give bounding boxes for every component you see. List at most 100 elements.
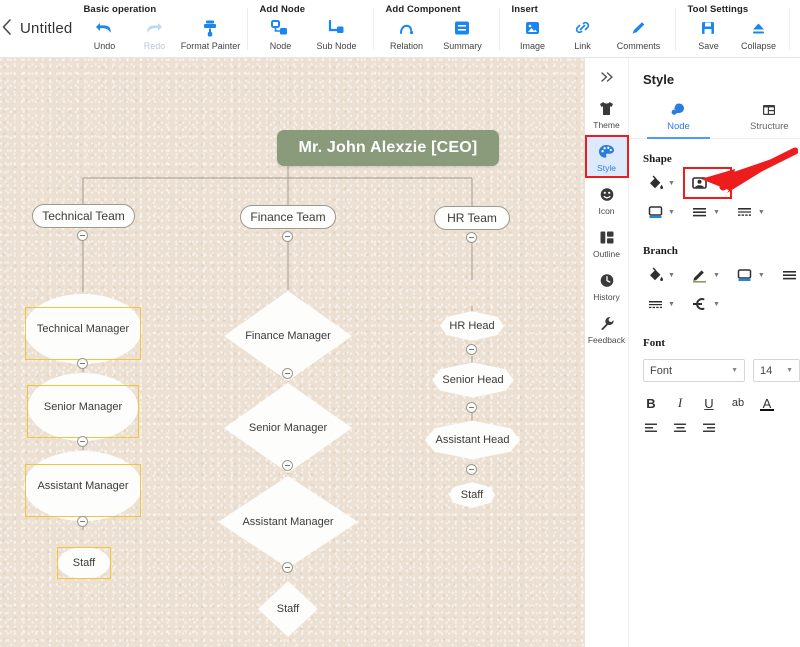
bold-button[interactable]: B <box>643 394 659 412</box>
chevron-down-icon: ▼ <box>668 300 675 308</box>
dashed-line-button[interactable]: ▼ <box>733 202 774 222</box>
collapse-toggle[interactable] <box>466 232 477 243</box>
add-node-button[interactable]: Node <box>255 16 305 51</box>
node-label: Staff <box>72 557 96 569</box>
add-sub-node-button[interactable]: Sub Node <box>305 16 367 51</box>
sidebar-item-theme[interactable]: Theme <box>585 92 629 135</box>
font-size-select[interactable]: 14 ▼ <box>753 359 800 382</box>
panel-tabs: Node Structure <box>629 97 800 139</box>
save-button[interactable]: Save <box>683 16 733 51</box>
branch-pen-color-button[interactable]: ▼ <box>688 265 729 285</box>
tab-label: Node <box>667 121 690 132</box>
sidebar-item-outline[interactable]: Outline <box>585 221 629 264</box>
summary-button[interactable]: Summary <box>431 16 493 51</box>
node-border-button[interactable]: ▼ <box>643 202 684 222</box>
back-button[interactable] <box>0 0 14 58</box>
collapse-toggle[interactable] <box>282 231 293 242</box>
shape-picker-button[interactable]: ▼ <box>682 167 732 199</box>
node-finance-assistant-manager[interactable]: Assistant Manager <box>218 476 358 568</box>
node-finance-staff[interactable]: Staff <box>258 581 318 637</box>
undo-button[interactable]: Undo <box>79 16 129 51</box>
node-technical-manager[interactable]: Technical Manager <box>24 294 142 364</box>
collapse-button[interactable]: Collapse <box>733 16 783 51</box>
chevron-down-icon: ▼ <box>712 271 720 279</box>
node-technical-senior-manager[interactable]: Senior Manager <box>28 373 138 441</box>
fill-bucket-icon <box>643 265 667 285</box>
strikethrough-button[interactable]: ab <box>730 394 746 412</box>
node-hr-senior-head[interactable]: Senior Head <box>432 361 514 399</box>
add-node-icon <box>271 18 289 38</box>
node-label: Assistant Manager <box>242 516 334 528</box>
underline-button[interactable]: U <box>701 394 717 412</box>
collapse-toggle[interactable] <box>466 464 477 475</box>
branch-line-button[interactable]: ▼ <box>778 265 800 285</box>
collapse-toggle[interactable] <box>282 460 293 471</box>
font-size-value: 14 <box>760 364 773 377</box>
chevron-down-icon: ▼ <box>668 179 675 187</box>
chevron-left-icon <box>0 18 14 41</box>
redo-button[interactable]: Redo <box>129 16 179 51</box>
line-style-button[interactable]: ▼ <box>688 202 729 222</box>
tb-label: Node <box>269 41 292 51</box>
dashed-branch-button[interactable]: ▼ <box>643 294 684 314</box>
branch-fill-button[interactable]: ▼ <box>643 265 684 285</box>
dashed-line-icon <box>733 202 757 222</box>
collapse-toggle[interactable] <box>282 562 293 573</box>
shape-fill-button[interactable]: ▼ <box>643 173 684 193</box>
chevron-down-icon: ▼ <box>757 271 765 279</box>
pen-color-icon <box>688 265 712 285</box>
sidebar-label: Theme <box>593 120 620 130</box>
summary-icon <box>453 18 471 38</box>
insert-image-button[interactable]: Image <box>507 16 557 51</box>
collapse-toggle[interactable] <box>77 230 88 241</box>
document-title[interactable]: Untitled <box>14 0 72 58</box>
font-color-button[interactable]: A <box>759 394 775 412</box>
branch-arrow-icon <box>688 294 712 314</box>
node-label: Mr. John Alexzie [CEO] <box>298 139 478 156</box>
sidebar-label: History <box>593 292 620 302</box>
font-family-select[interactable]: Font ▼ <box>643 359 745 382</box>
tab-structure[interactable]: Structure <box>724 97 800 138</box>
sidebar-item-feedback[interactable]: Feedback <box>585 307 629 350</box>
comments-button[interactable]: Comments <box>607 16 669 51</box>
branch-arrow-button[interactable]: ▼ <box>688 294 729 314</box>
node-label: Technical Manager <box>36 323 130 335</box>
collapse-toggle[interactable] <box>466 402 477 413</box>
node-hr-head[interactable]: HR Head <box>440 310 504 342</box>
collapse-toggle[interactable] <box>466 344 477 355</box>
align-center-button[interactable] <box>672 419 688 437</box>
collapse-toggle[interactable] <box>77 358 88 369</box>
node-hr-team[interactable]: HR Team <box>434 206 510 230</box>
node-label: Staff <box>460 489 484 501</box>
tab-node[interactable]: Node <box>633 97 724 139</box>
clock-icon <box>599 271 615 289</box>
collapse-toggle[interactable] <box>282 368 293 379</box>
mindmap-canvas[interactable]: Mr. John Alexzie [CEO] Technical Team Fi… <box>0 58 585 647</box>
branch-border-button[interactable]: ▼ <box>733 265 774 285</box>
align-left-button[interactable] <box>643 419 659 437</box>
link-icon <box>574 18 591 38</box>
relation-button[interactable]: Relation <box>381 16 431 51</box>
node-technical-assistant-manager[interactable]: Assistant Manager <box>24 451 142 521</box>
insert-link-button[interactable]: Link <box>557 16 607 51</box>
align-right-button[interactable] <box>701 419 717 437</box>
smiley-icon <box>599 185 615 203</box>
node-label: HR Team <box>447 211 497 225</box>
node-hr-assistant-head[interactable]: Assistant Head <box>425 419 520 461</box>
collapse-toggle[interactable] <box>77 436 88 447</box>
node-finance-team[interactable]: Finance Team <box>240 205 336 229</box>
node-technical-staff[interactable]: Staff <box>58 547 110 579</box>
collapse-toggle[interactable] <box>77 516 88 527</box>
node-technical-team[interactable]: Technical Team <box>32 204 135 228</box>
format-painter-button[interactable]: Format Painter <box>179 16 241 51</box>
shape-row-2: ▼ ▼ ▼ <box>629 202 800 231</box>
toolbar-group-add-component: Add Component Relation Summary <box>374 0 501 58</box>
sidebar-item-history[interactable]: History <box>585 264 629 307</box>
node-hr-staff[interactable]: Staff <box>449 481 495 509</box>
italic-button[interactable]: I <box>672 394 688 412</box>
toolbar-group-basic-operation: Basic operation Undo Redo Format Painter <box>72 0 249 58</box>
sidebar-item-icon[interactable]: Icon <box>585 178 629 221</box>
chevron-down-icon: ▼ <box>712 300 720 308</box>
sidebar-item-style[interactable]: Style <box>584 135 629 178</box>
collapse-panel-button[interactable] <box>585 64 628 92</box>
